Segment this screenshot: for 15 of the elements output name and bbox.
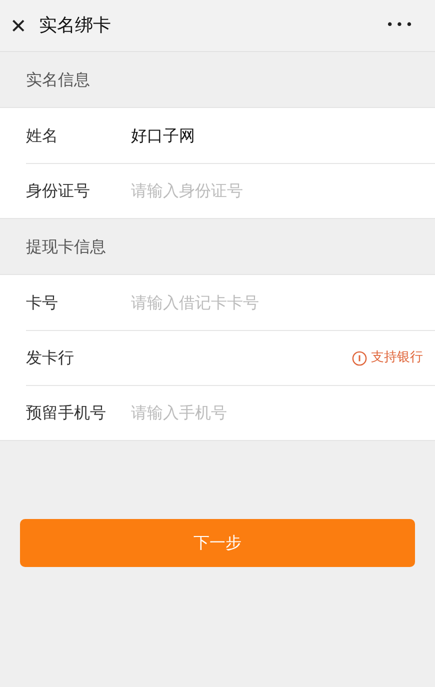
input-field[interactable]: 请输入手机号	[131, 401, 371, 425]
field-label: 姓名	[26, 124, 59, 146]
input-field[interactable]: 好口子网	[131, 124, 371, 148]
input-field[interactable]: 请输入身份证号	[131, 179, 371, 203]
field-label: 身份证号	[26, 180, 91, 202]
close-button[interactable]: ✕	[10, 16, 27, 36]
field-label: 发卡行	[26, 347, 75, 369]
field-label: 卡号	[26, 292, 59, 314]
section-title: 提现卡信息	[26, 236, 106, 258]
page-title: 实名绑卡	[38, 14, 111, 38]
field-label: 预留手机号	[26, 402, 107, 424]
more-button[interactable]: •••	[386, 16, 415, 36]
info-icon	[352, 350, 367, 366]
section-title: 实名信息	[26, 68, 90, 90]
input-field[interactable]: 请输入借记卡卡号	[131, 290, 371, 314]
